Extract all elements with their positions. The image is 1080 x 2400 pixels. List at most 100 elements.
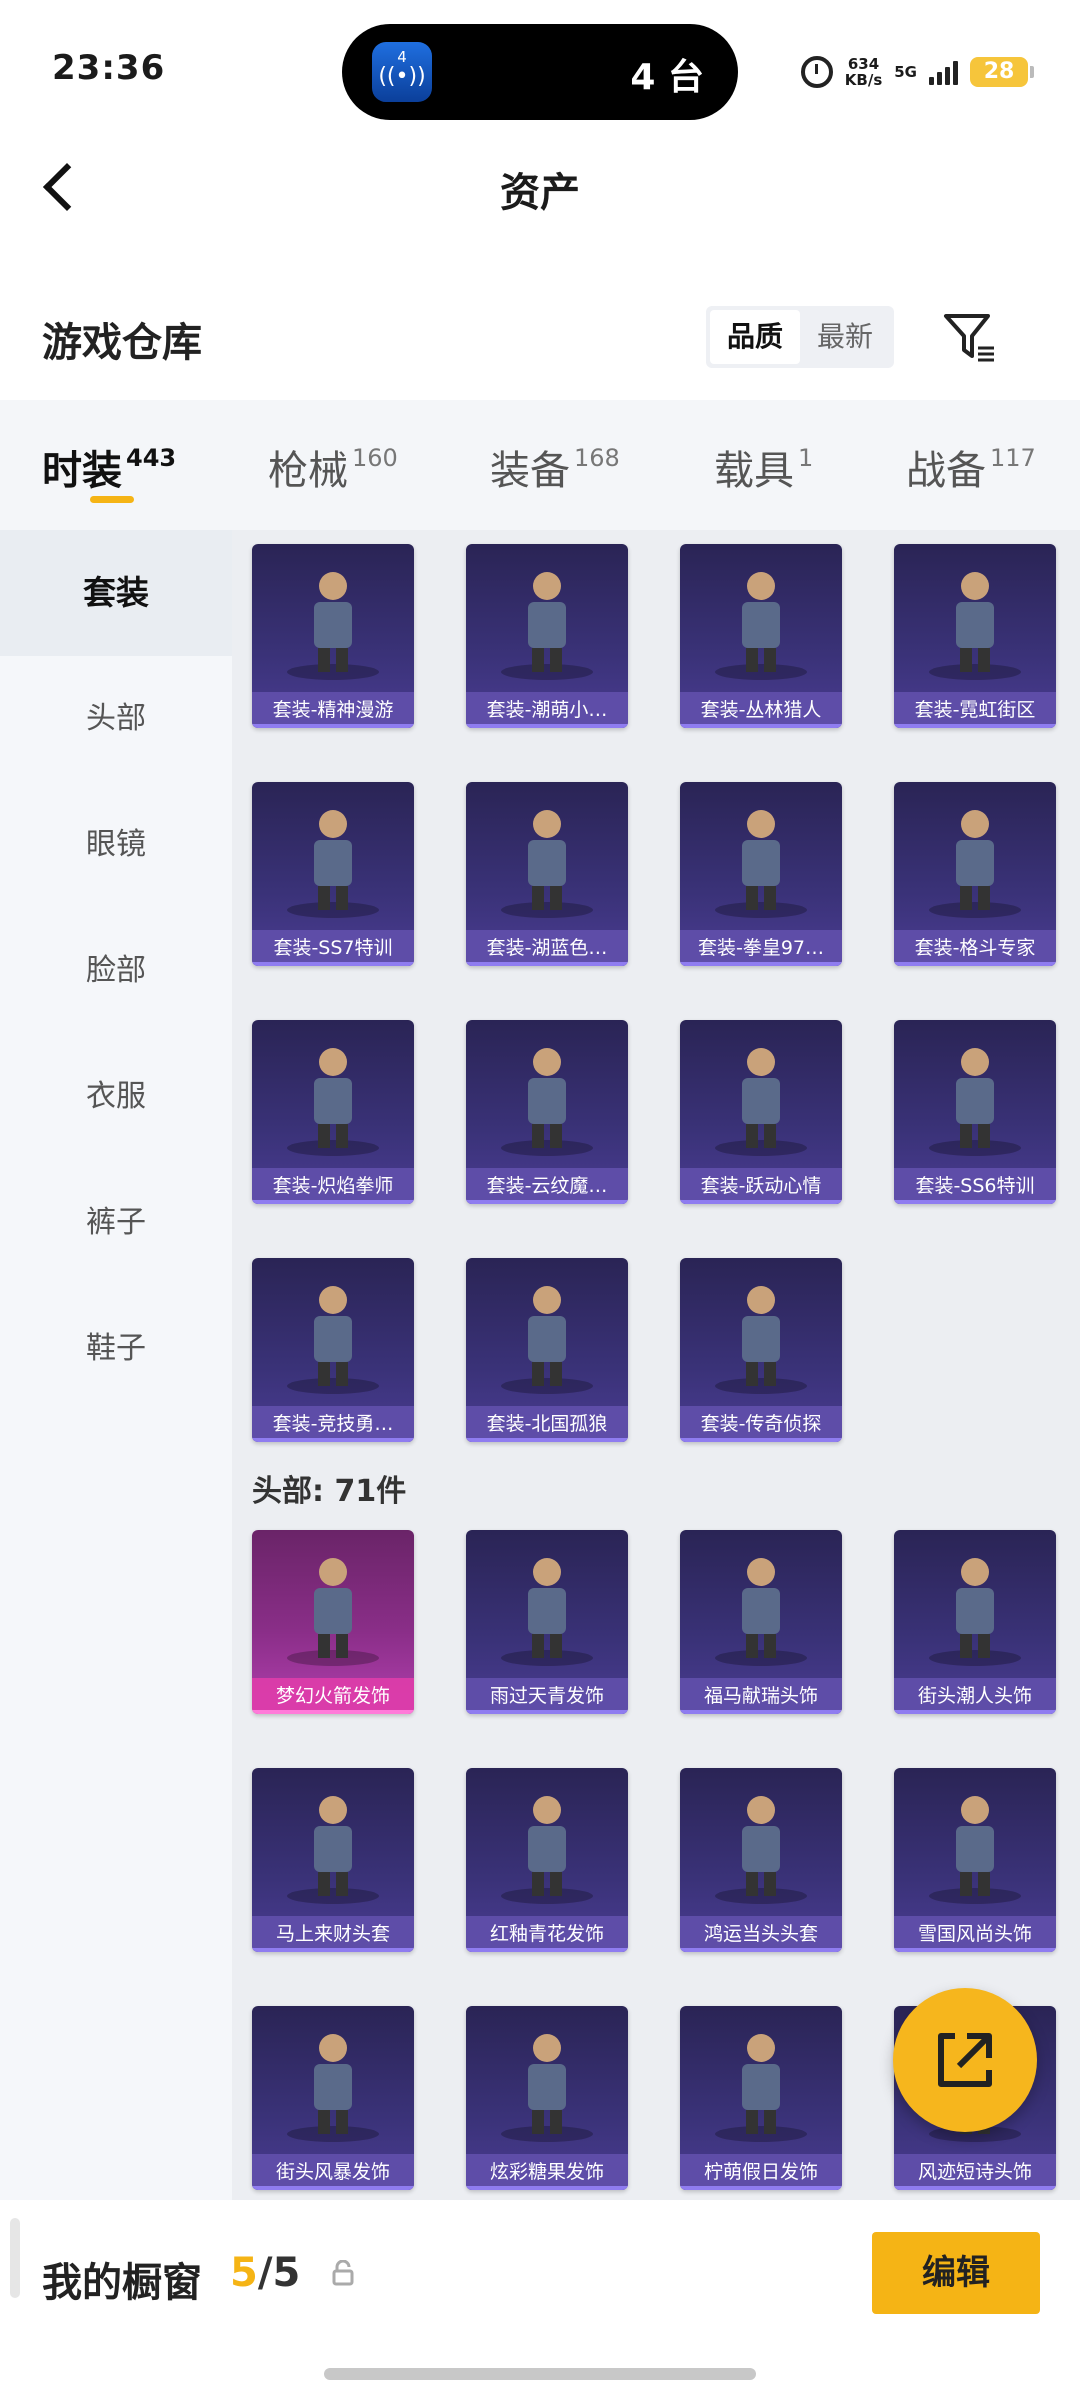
tab-combat-gear[interactable]: 战备 117 [906,438,1036,496]
item-label: 套装-SS7特训 [252,930,414,966]
item-card[interactable]: 柠萌假日发饰 [680,2006,842,2190]
item-label: 套装-潮萌小… [466,692,628,728]
item-card[interactable]: 套装-拳皇97… [680,782,842,966]
item-thumbnail [894,1768,1056,1918]
item-thumbnail [252,1258,414,1408]
item-label: 风迹短诗头饰 [894,2154,1056,2190]
item-label: 街头潮人头饰 [894,1678,1056,1714]
sidebar-item-clothes[interactable]: 衣服 [0,1034,232,1160]
tab-vehicles[interactable]: 载具 1 [714,438,813,496]
item-thumbnail [894,782,1056,932]
status-bar: 23:36 4 ((•)) 4 台 634 KB/s 5G 28 [0,0,1080,140]
item-card[interactable]: 套装-湖蓝色… [466,782,628,966]
status-right: 634 KB/s 5G 28 [800,52,1034,92]
item-card[interactable]: 套装-竞技勇… [252,1258,414,1442]
item-thumbnail [466,1258,628,1408]
item-card[interactable]: 套装-潮萌小… [466,544,628,728]
item-card[interactable]: 套装-云纹魔… [466,1020,628,1204]
item-thumbnail [252,2006,414,2156]
edit-button[interactable]: 编辑 [872,2232,1040,2314]
sidebar-item-head[interactable]: 头部 [0,656,232,782]
item-card[interactable]: 套装-SS7特训 [252,782,414,966]
item-card[interactable]: 套装-格斗专家 [894,782,1056,966]
lock-icon [330,2259,356,2286]
alarm-icon [800,56,833,88]
item-card[interactable]: 套装-SS6特训 [894,1020,1056,1204]
item-thumbnail [894,1530,1056,1680]
item-label: 套装-拳皇97… [680,930,842,966]
net-speed: 634 KB/s [845,56,882,88]
showcase-bar: 我的橱窗 5/5 编辑 [0,2200,1080,2400]
sidebar-item-shoes[interactable]: 鞋子 [0,1286,232,1412]
item-label: 鸿运当头头套 [680,1916,842,1952]
island-text: 4 台 [630,57,704,98]
home-indicator[interactable] [324,2368,756,2380]
sidebar-item-pants[interactable]: 裤子 [0,1160,232,1286]
tab-equipment[interactable]: 装备 168 [490,438,620,496]
tab-label: 载具 [714,448,794,494]
showcase-count-total: /5 [257,2250,301,2296]
item-card[interactable]: 雪国风尚头饰 [894,1768,1056,1952]
tab-fashion[interactable]: 时装 443 [42,438,176,496]
item-thumbnail [894,544,1056,694]
tab-label: 时装 [42,448,122,494]
item-label: 雪国风尚头饰 [894,1916,1056,1952]
share-fab[interactable] [893,1988,1037,2132]
external-link-icon [938,2033,992,2087]
dynamic-island[interactable]: 4 ((•)) 4 台 [342,24,738,120]
item-card[interactable]: 套装-北国孤狼 [466,1258,628,1442]
item-label: 套装-传奇侦探 [680,1406,842,1442]
item-thumbnail [680,1768,842,1918]
sort-newest[interactable]: 最新 [800,310,890,364]
item-label: 套装-SS6特训 [894,1168,1056,1204]
showcase-count-current: 5 [230,2250,258,2296]
tab-count: 168 [574,444,620,472]
item-thumbnail [466,2006,628,2156]
filter-icon[interactable] [942,310,998,366]
item-label: 套装-竞技勇… [252,1406,414,1442]
item-thumbnail [680,782,842,932]
page-title: 资产 [500,170,580,216]
item-thumbnail [466,782,628,932]
item-label: 套装-跃动心情 [680,1168,842,1204]
item-thumbnail [252,544,414,694]
item-card[interactable]: 雨过天青发饰 [466,1530,628,1714]
item-card[interactable]: 套装-传奇侦探 [680,1258,842,1442]
battery-icon: 28 [970,57,1034,87]
item-label: 套装-霓虹街区 [894,692,1056,728]
item-thumbnail [466,1530,628,1680]
item-card[interactable]: 马上来财头套 [252,1768,414,1952]
item-label: 炫彩糖果发饰 [466,2154,628,2190]
item-card[interactable]: 套装-丛林猎人 [680,544,842,728]
tab-weapons[interactable]: 枪械 160 [268,438,398,496]
item-card[interactable]: 福马献瑞头饰 [680,1530,842,1714]
item-card[interactable]: 鸿运当头头套 [680,1768,842,1952]
item-card[interactable]: 街头风暴发饰 [252,2006,414,2190]
item-card[interactable]: 街头潮人头饰 [894,1530,1056,1714]
item-card[interactable]: 套装-炽焰拳师 [252,1020,414,1204]
group-label-head: 头部: 71件 [252,1474,407,1509]
item-grid: 头部: 71件 套装-精神漫游 套装-潮萌小… 套装-丛林猎人 套装-霓虹街区 套装-S… [232,530,1080,2200]
tab-label: 战备 [906,448,986,494]
item-thumbnail [466,1020,628,1170]
item-card[interactable]: 红釉青花发饰 [466,1768,628,1952]
item-card[interactable]: 炫彩糖果发饰 [466,2006,628,2190]
sidebar: 套装 头部 眼镜 脸部 衣服 裤子 鞋子 [0,530,232,2200]
sort-quality[interactable]: 品质 [710,310,800,364]
item-label: 套装-云纹魔… [466,1168,628,1204]
item-card[interactable]: 套装-精神漫游 [252,544,414,728]
sidebar-item-glasses[interactable]: 眼镜 [0,782,232,908]
item-card[interactable]: 套装-跃动心情 [680,1020,842,1204]
tab-count: 443 [126,444,177,472]
sidebar-item-face[interactable]: 脸部 [0,908,232,1034]
item-label: 街头风暴发饰 [252,2154,414,2190]
item-thumbnail [680,1020,842,1170]
drag-handle[interactable] [10,2218,20,2298]
tab-label: 枪械 [268,448,348,494]
item-thumbnail [252,782,414,932]
tab-label: 装备 [490,448,570,494]
sidebar-item-outfit[interactable]: 套装 [0,530,232,656]
item-card[interactable]: 套装-霓虹街区 [894,544,1056,728]
item-card[interactable]: 梦幻火箭发饰 [252,1530,414,1714]
item-label: 柠萌假日发饰 [680,2154,842,2190]
